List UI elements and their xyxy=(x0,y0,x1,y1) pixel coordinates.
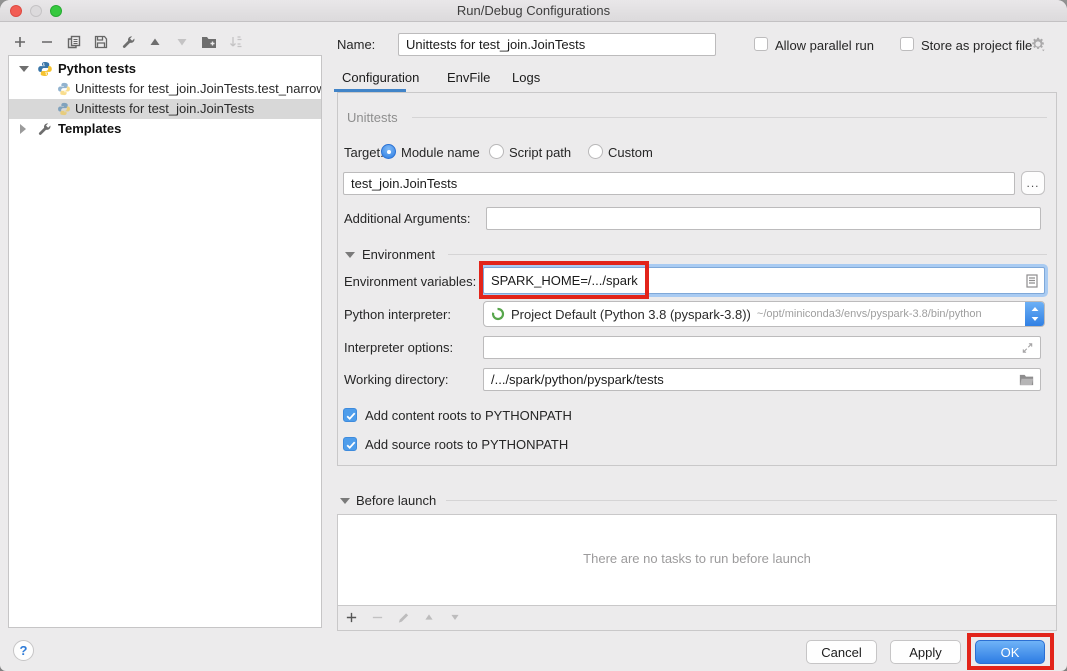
working-directory-label: Working directory: xyxy=(344,372,449,387)
target-module-name-radio[interactable] xyxy=(381,144,396,159)
save-configuration-icon[interactable] xyxy=(93,34,109,50)
section-divider xyxy=(446,500,1057,501)
additional-arguments-input[interactable] xyxy=(486,207,1041,230)
annotation-env-vars-highlight xyxy=(479,261,649,299)
target-label: Target: xyxy=(344,145,384,160)
tree-item-python-tests[interactable]: Python tests xyxy=(9,59,321,79)
target-custom-label: Custom xyxy=(608,145,653,160)
add-configuration-icon[interactable] xyxy=(12,34,28,50)
copy-configuration-icon[interactable] xyxy=(66,34,82,50)
tab-configuration[interactable]: Configuration xyxy=(342,70,419,85)
collapse-arrow-icon[interactable] xyxy=(19,66,29,72)
before-launch-empty-text: There are no tasks to run before launch xyxy=(338,551,1056,566)
remove-task-icon[interactable] xyxy=(369,609,385,625)
section-divider xyxy=(448,254,1047,255)
apply-button-label: Apply xyxy=(909,645,942,660)
new-folder-icon[interactable] xyxy=(201,34,217,50)
target-script-path-label: Script path xyxy=(509,145,571,160)
target-script-path-radio[interactable] xyxy=(489,144,504,159)
add-content-roots-checkbox[interactable] xyxy=(343,408,357,422)
add-task-icon[interactable] xyxy=(343,609,359,625)
templates-wrench-icon xyxy=(37,119,52,139)
configurations-tree: Python tests Unittests for test_join.Joi… xyxy=(8,55,322,628)
interpreter-options-label: Interpreter options: xyxy=(344,340,453,355)
python-icon xyxy=(37,59,53,79)
environment-section-title: Environment xyxy=(362,247,435,262)
cancel-button-label: Cancel xyxy=(821,645,861,660)
before-launch-task-list[interactable]: There are no tasks to run before launch xyxy=(338,515,1056,606)
store-as-project-file-checkbox[interactable] xyxy=(900,37,914,51)
move-up-icon[interactable] xyxy=(147,34,163,50)
browse-folder-icon[interactable] xyxy=(1019,374,1034,386)
before-launch-panel: There are no tasks to run before launch xyxy=(337,514,1057,631)
working-directory-value: /.../spark/python/pyspark/tests xyxy=(491,372,664,387)
tree-item-templates[interactable]: Templates xyxy=(9,119,321,139)
tree-item-label: Unittests for test_join.JoinTests.test_n… xyxy=(75,79,321,99)
interpreter-dropdown-stepper-icon[interactable] xyxy=(1025,301,1045,327)
python-interpreter-value: Project Default (Python 3.8 (pyspark-3.8… xyxy=(511,307,751,322)
run-debug-configurations-dialog: Run/Debug Configurations xyxy=(0,0,1067,671)
remove-configuration-icon[interactable] xyxy=(39,34,55,50)
interpreter-options-input[interactable] xyxy=(483,336,1041,359)
store-options-gear-icon[interactable] xyxy=(1030,36,1046,52)
environment-variables-label: Environment variables: xyxy=(344,274,476,289)
move-down-icon[interactable] xyxy=(174,34,190,50)
apply-button[interactable]: Apply xyxy=(890,640,961,664)
move-task-up-icon[interactable] xyxy=(421,609,437,625)
add-content-roots-label: Add content roots to PYTHONPATH xyxy=(365,408,572,423)
titlebar: Run/Debug Configurations xyxy=(0,0,1067,22)
add-source-roots-checkbox[interactable] xyxy=(343,437,357,451)
python-interpreter-label: Python interpreter: xyxy=(344,307,451,322)
store-as-project-file-label: Store as project file xyxy=(921,38,1032,53)
python-test-icon xyxy=(57,99,71,119)
allow-parallel-run-label: Allow parallel run xyxy=(775,38,874,53)
before-launch-toolbar xyxy=(343,609,463,625)
python-interpreter-path: ~/opt/miniconda3/envs/pyspark-3.8/bin/py… xyxy=(757,308,982,320)
edit-task-icon[interactable] xyxy=(395,609,411,625)
target-module-name-label: Module name xyxy=(401,145,480,160)
target-custom-radio[interactable] xyxy=(588,144,603,159)
sort-configurations-icon[interactable] xyxy=(228,34,244,50)
name-value: Unittests for test_join.JoinTests xyxy=(406,37,585,52)
group-divider xyxy=(412,117,1047,118)
tree-item-label: Unittests for test_join.JoinTests xyxy=(75,99,321,119)
tab-logs[interactable]: Logs xyxy=(512,70,540,85)
tree-item-label: Templates xyxy=(58,119,121,139)
allow-parallel-run-checkbox[interactable] xyxy=(754,37,768,51)
help-button[interactable]: ? xyxy=(13,640,34,661)
cancel-button[interactable]: Cancel xyxy=(806,640,877,664)
python-interpreter-select[interactable]: Project Default (Python 3.8 (pyspark-3.8… xyxy=(483,301,1045,327)
python-test-icon xyxy=(57,79,71,99)
expand-arrow-icon[interactable] xyxy=(20,124,26,134)
before-launch-collapse-icon[interactable] xyxy=(340,498,350,504)
annotation-ok-highlight xyxy=(967,633,1054,670)
environment-collapse-icon[interactable] xyxy=(345,252,355,258)
unittests-group-title: Unittests xyxy=(347,110,398,125)
move-task-down-icon[interactable] xyxy=(447,609,463,625)
before-launch-section-title: Before launch xyxy=(356,493,436,508)
conda-env-icon xyxy=(491,307,505,321)
tree-item-unittest-narrow[interactable]: Unittests for test_join.JoinTests.test_n… xyxy=(9,79,321,99)
browse-module-button[interactable]: ... xyxy=(1021,171,1045,195)
module-name-input[interactable]: test_join.JoinTests xyxy=(343,172,1015,195)
tab-envfile[interactable]: EnvFile xyxy=(447,70,490,85)
expand-field-icon[interactable] xyxy=(1021,341,1034,354)
browse-button-label: ... xyxy=(1026,176,1039,190)
add-source-roots-label: Add source roots to PYTHONPATH xyxy=(365,437,568,452)
tree-item-unittest-jointests[interactable]: Unittests for test_join.JoinTests xyxy=(9,99,321,119)
configurations-toolbar xyxy=(12,32,244,52)
additional-arguments-label: Additional Arguments: xyxy=(344,211,470,226)
env-vars-list-icon[interactable] xyxy=(1026,273,1038,288)
name-label: Name: xyxy=(337,37,375,52)
name-input[interactable]: Unittests for test_join.JoinTests xyxy=(398,33,716,56)
edit-templates-icon[interactable] xyxy=(120,34,136,50)
window-title: Run/Debug Configurations xyxy=(0,3,1067,18)
tree-item-label: Python tests xyxy=(58,59,136,79)
module-name-value: test_join.JoinTests xyxy=(351,176,457,191)
working-directory-input[interactable]: /.../spark/python/pyspark/tests xyxy=(483,368,1041,391)
help-question-icon: ? xyxy=(20,643,28,658)
